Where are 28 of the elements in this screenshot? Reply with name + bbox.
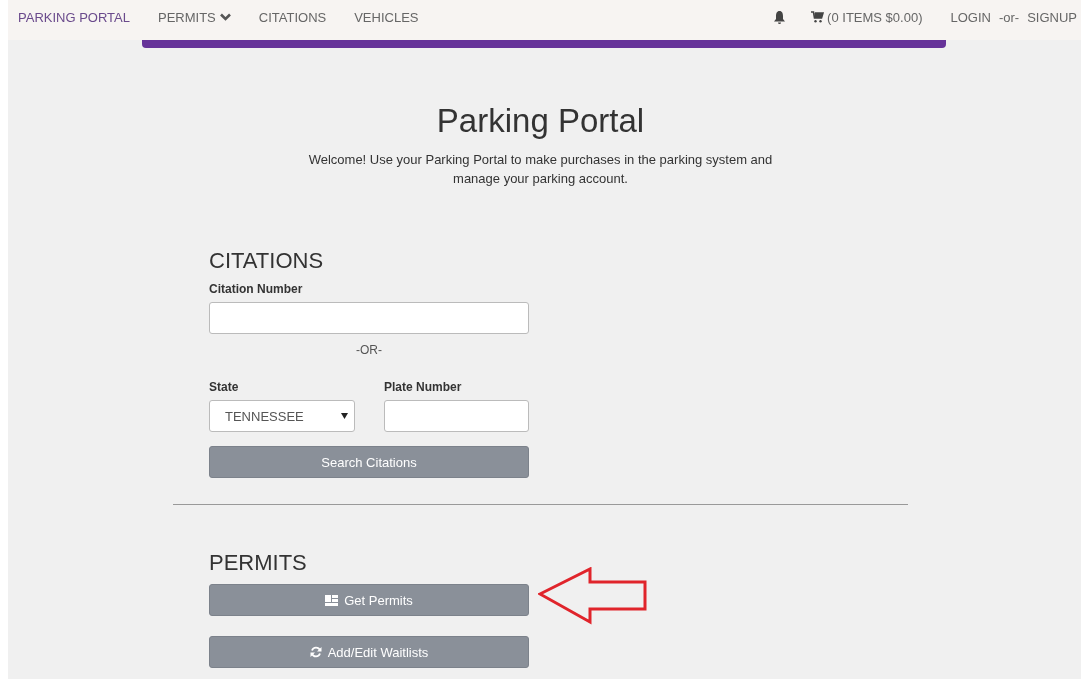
field-label: Plate Number [384, 380, 463, 394]
section-heading: CITATIONS [209, 248, 325, 274]
or-divider-text: -OR- [355, 343, 383, 357]
plate-number-field[interactable] [384, 400, 529, 432]
field-label: State [209, 380, 240, 394]
separator-text: -or- [998, 9, 1020, 25]
welcome-text: Welcome! Use your Parking Portal to make purchases in the parking system and manage your parking account. [307, 151, 774, 188]
permit-action-button[interactable]: Add/Edit Waitlists [209, 636, 529, 668]
state-select[interactable]: TENNESSEE [209, 400, 355, 432]
permit-action-button[interactable]: Get Permits [209, 584, 529, 616]
search-citations-button[interactable]: Search Citations [209, 446, 529, 478]
bell-icon[interactable] [773, 9, 787, 25]
caret-down-icon [341, 413, 348, 419]
field-label: Citation Number [209, 282, 304, 296]
nav-link[interactable]: CITATIONS [258, 9, 327, 25]
login-link[interactable]: LOGIN [950, 9, 991, 25]
nav-link[interactable]: VEHICLES [354, 9, 419, 25]
chevron-down-icon [219, 13, 231, 21]
citation-number-field[interactable] [209, 302, 529, 334]
brand-link[interactable]: PARKING PORTAL [18, 9, 130, 25]
dropdown-menu[interactable]: PERMITS [158, 9, 231, 25]
cart-icon [811, 11, 825, 23]
grid-icon [325, 594, 339, 606]
section-heading: PERMITS [209, 550, 308, 576]
page-title: Parking Portal [435, 102, 646, 140]
cart-link[interactable]: (0 ITEMS $0.00) [811, 9, 923, 25]
signup-link[interactable]: SIGNUP [1027, 9, 1077, 25]
refresh-icon [309, 646, 322, 658]
